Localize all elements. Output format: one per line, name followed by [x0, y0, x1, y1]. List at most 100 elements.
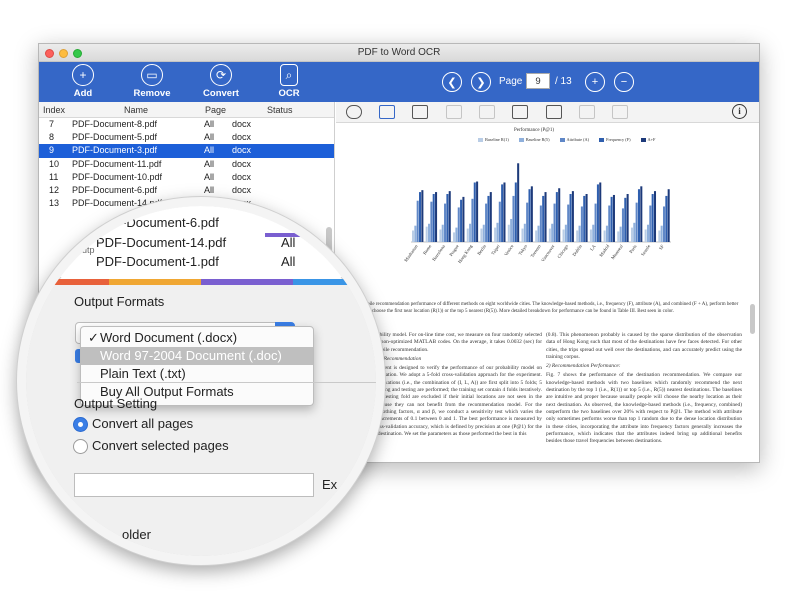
format-option-doc[interactable]: Word 97-2004 Document (.doc): [81, 347, 313, 365]
file-row[interactable]: 10 PDF-Document-11.pdf All docx: [39, 158, 334, 171]
x-tick-label: Seattle: [640, 244, 651, 257]
clear-areas-icon[interactable]: [612, 105, 628, 119]
chart-bar: [644, 229, 647, 242]
zoomed-row-name: PDF-Document-6.pdf: [96, 215, 219, 230]
chart-bar: [528, 189, 531, 242]
x-tick-label: Rome: [422, 244, 432, 256]
remove-button[interactable]: ▭ Remove: [122, 64, 182, 99]
select-area-icon[interactable]: [379, 105, 395, 119]
file-row[interactable]: 12 PDF-Document-6.pdf All docx: [39, 184, 334, 197]
file-row[interactable]: 11 PDF-Document-10.pdf All docx: [39, 171, 334, 184]
header-name[interactable]: Name: [124, 105, 148, 115]
chart-bar: [480, 228, 483, 242]
chart-bar: [589, 229, 592, 242]
file-index-cell: 7: [49, 119, 55, 129]
info-icon[interactable]: i: [732, 104, 747, 119]
document-scrollbar[interactable]: [750, 304, 755, 334]
x-tick-label: Venice: [503, 244, 514, 257]
file-status-cell: docx: [232, 171, 252, 182]
file-index-cell: 12: [49, 184, 60, 195]
recognize-area-icon[interactable]: [512, 105, 528, 119]
chart-bar: [569, 194, 572, 242]
zoom-out-button[interactable]: −: [614, 72, 634, 92]
chart-bar: [651, 194, 654, 242]
chart-bar: [430, 201, 433, 242]
format-option-docx[interactable]: ✓Word Document (.docx): [81, 329, 313, 347]
chart-bar: [439, 229, 442, 242]
chart-bar: [578, 225, 581, 242]
convert-all-label: Convert all pages: [92, 416, 194, 431]
convert-icon: ⟳: [210, 64, 232, 86]
chart-bar: [551, 223, 554, 242]
title-bar: PDF to Word OCR: [39, 44, 759, 62]
option-label: Word Document (.docx): [100, 330, 238, 345]
chart-bar: [637, 189, 640, 242]
next-page-button[interactable]: ❯: [471, 72, 491, 92]
chart-bar: [521, 228, 524, 242]
chart-bar: [535, 230, 538, 242]
chart-bar: [414, 225, 417, 242]
convert-all-radio[interactable]: [73, 417, 88, 432]
format-option-txt[interactable]: Plain Text (.txt): [81, 365, 313, 383]
file-status-cell: docx: [232, 184, 252, 195]
file-row[interactable]: 9 PDF-Document-3.pdf All docx: [39, 144, 334, 158]
chart-bar: [562, 229, 565, 242]
chart-bar: [507, 224, 510, 242]
text-column-right: (0.8). This phenomenon probably is cause…: [546, 332, 742, 447]
file-index-cell: 8: [49, 132, 55, 143]
view-icon[interactable]: [346, 105, 362, 119]
ocr-button[interactable]: ⌕ OCR: [259, 64, 319, 99]
table-area-icon[interactable]: [479, 105, 495, 119]
previous-page-button[interactable]: ❮: [442, 72, 462, 92]
file-row[interactable]: 7 PDF-Document-8.pdf All docx: [39, 118, 334, 131]
chart-bar: [558, 188, 561, 242]
file-status-cell: docx: [232, 145, 252, 156]
chart-bar: [567, 204, 570, 242]
file-name-cell: PDF-Document-6.pdf: [72, 184, 158, 195]
example-label-fragment: Ex: [322, 477, 338, 492]
chart-bar: [473, 182, 476, 242]
crop-area-icon[interactable]: [546, 105, 562, 119]
chart-bar: [662, 206, 666, 242]
chart-bar: [421, 190, 424, 242]
convert-selected-radio[interactable]: [73, 439, 88, 454]
file-row[interactable]: 8 PDF-Document-5.pdf All docx: [39, 131, 334, 144]
chart-bar: [537, 225, 540, 242]
image-area-icon[interactable]: [412, 105, 428, 119]
chart-bar: [435, 192, 438, 242]
file-name-cell: PDF-Document-5.pdf: [72, 132, 158, 143]
chart-bar: [416, 200, 419, 242]
zoom-in-button[interactable]: +: [585, 72, 605, 92]
file-status-cell: docx: [232, 132, 252, 143]
page-range-input[interactable]: [74, 473, 314, 497]
file-page-cell: All: [204, 171, 215, 182]
chart-bar: [419, 192, 422, 242]
text-area-icon[interactable]: [446, 105, 462, 119]
ocr-icon: ⌕: [280, 64, 298, 86]
file-table-header: Index Name Page Status: [39, 102, 334, 118]
header-index[interactable]: Index: [43, 105, 65, 115]
chart-bar: [466, 228, 469, 242]
remove-icon: ▭: [141, 64, 163, 86]
x-tick-label: LA: [589, 243, 597, 251]
chart-bar: [494, 227, 497, 242]
page-total: / 13: [555, 76, 572, 87]
subsection-heading: 2) Recommendation Performance:: [546, 363, 621, 370]
convert-button[interactable]: ⟳ Convert: [191, 64, 251, 99]
zoomed-row-page: All: [281, 254, 296, 269]
chart-bar: [542, 195, 545, 242]
header-page[interactable]: Page: [205, 105, 226, 115]
chart-bar: [548, 228, 551, 242]
ocr-label: OCR: [278, 88, 300, 99]
x-tick-label: Montreal: [610, 243, 624, 260]
convert-selected-label: Convert selected pages: [92, 438, 229, 453]
header-status[interactable]: Status: [267, 105, 293, 115]
add-button[interactable]: + Add: [53, 64, 113, 99]
chart-bar: [510, 218, 513, 242]
chart-bar: [564, 224, 567, 242]
chart-bar: [608, 205, 611, 242]
file-page-cell: All: [204, 158, 215, 169]
delete-area-icon[interactable]: [579, 105, 595, 119]
page-number-input[interactable]: [526, 73, 550, 89]
add-icon: +: [72, 64, 94, 86]
